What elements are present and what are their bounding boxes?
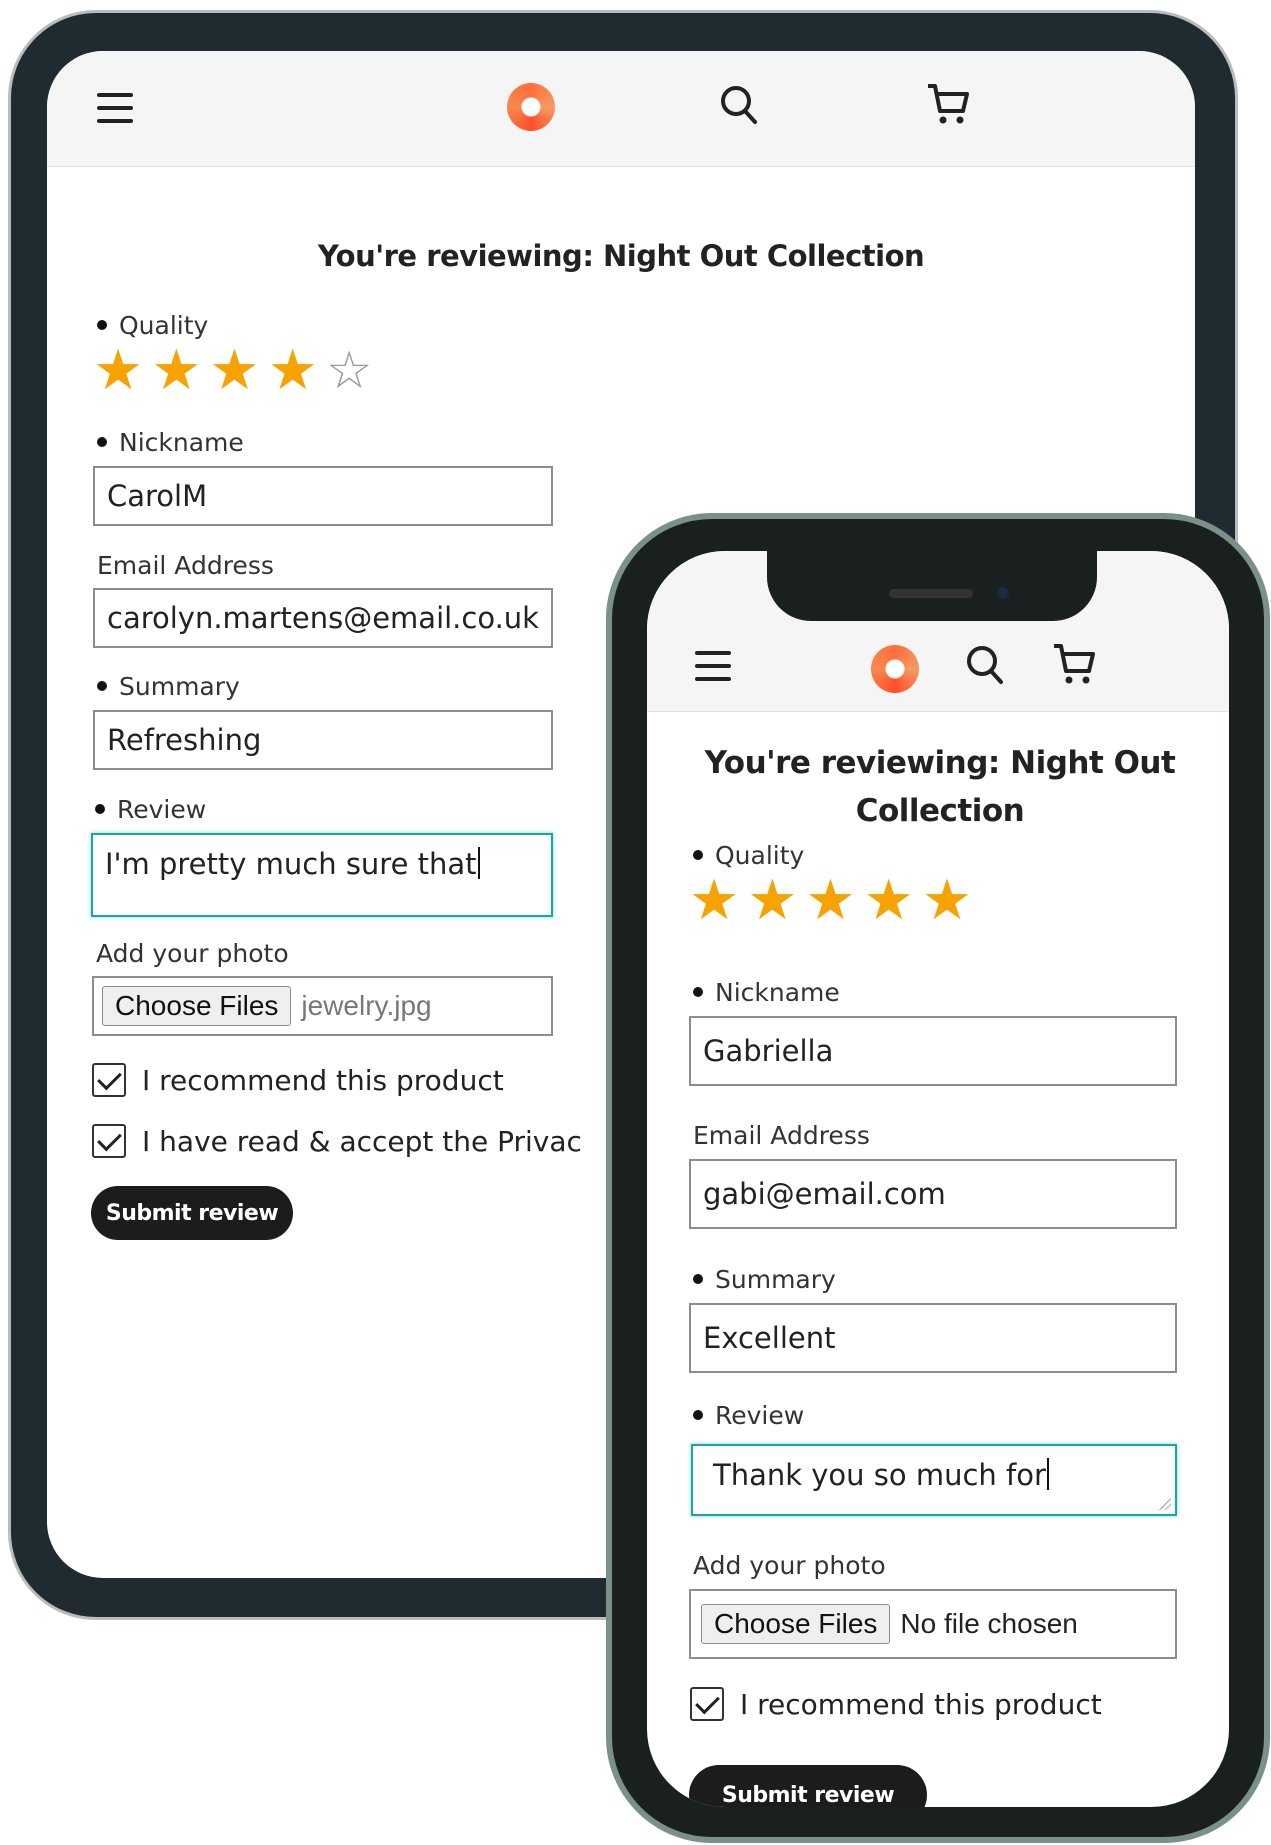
star-icon[interactable]: ★ [864,873,914,929]
email-value: gabi@email.com [703,1177,946,1211]
file-input[interactable]: Choose Files No file chosen [689,1589,1177,1659]
nickname-label: Nickname [693,978,840,1007]
search-icon[interactable] [719,84,759,126]
star-icon[interactable]: ★ [151,343,201,399]
submit-review-button[interactable]: Submit review [689,1765,927,1807]
search-icon[interactable] [965,644,1005,686]
recommend-label: I recommend this product [740,1687,1102,1721]
privacy-checkbox[interactable]: I have read & accept the Privac [92,1124,582,1158]
email-value: carolyn.martens@email.co.uk [107,601,539,635]
rating-stars[interactable]: ★ ★ ★ ★ ☆ [93,343,373,400]
choose-files-button[interactable]: Choose Files [701,1604,891,1644]
email-label: Email Address [693,1121,870,1150]
choose-files-button[interactable]: Choose Files [102,986,292,1026]
summary-field[interactable]: Excellent [689,1303,1177,1373]
star-icon[interactable]: ★ [689,873,739,929]
review-label: Review [95,795,206,824]
page-title: You're reviewing: Night Out Collection [704,745,1176,829]
quality-label: Quality [97,311,208,340]
summary-value: Excellent [703,1321,836,1355]
review-textarea[interactable]: I'm pretty much sure that [91,833,553,917]
file-input[interactable]: Choose Files jewelry.jpg [92,976,553,1036]
email-field[interactable]: carolyn.martens@email.co.uk [93,588,553,648]
checkbox-checked-icon[interactable] [92,1063,126,1097]
brand-logo[interactable] [871,645,919,693]
star-icon[interactable]: ★ [922,873,972,929]
nickname-value: Gabriella [703,1034,834,1068]
star-empty-icon[interactable]: ☆ [326,343,373,399]
resize-handle-icon[interactable] [1159,1498,1171,1510]
checkbox-checked-icon[interactable] [690,1687,724,1721]
email-label: Email Address [97,551,274,580]
nickname-field[interactable]: CarolM [93,466,553,526]
checkbox-checked-icon[interactable] [92,1124,126,1158]
cart-icon[interactable] [1051,641,1097,687]
file-name: No file chosen [900,1608,1078,1639]
star-icon[interactable]: ★ [209,343,259,399]
summary-value: Refreshing [107,723,262,757]
nickname-value: CarolM [107,479,208,513]
star-icon[interactable]: ★ [93,343,143,399]
phone-screen: You're reviewing: Night Out Collection Q… [647,551,1229,1807]
quality-label: Quality [693,841,804,870]
site-header [47,51,1195,167]
hamburger-icon[interactable] [97,93,133,132]
nickname-field[interactable]: Gabriella [689,1016,1177,1086]
nickname-label: Nickname [97,428,244,457]
file-name: jewelry.jpg [301,990,432,1021]
brand-logo[interactable] [507,83,555,131]
submit-review-button[interactable]: Submit review [91,1186,293,1240]
hamburger-icon[interactable] [695,651,731,690]
photo-label: Add your photo [96,939,289,968]
phone-notch [767,551,1097,621]
page-title: You're reviewing: Night Out Collection [317,239,925,273]
privacy-label: I have read & accept the Privac [142,1124,582,1158]
recommend-checkbox[interactable]: I recommend this product [690,1687,1102,1721]
summary-label: Summary [693,1265,836,1294]
review-value: I'm pretty much sure that [105,847,477,881]
summary-label: Summary [97,672,240,701]
review-value: Thank you so much for [713,1458,1046,1492]
star-icon[interactable]: ★ [268,343,318,399]
star-icon[interactable]: ★ [747,873,797,929]
star-icon[interactable]: ★ [805,873,855,929]
rating-stars[interactable]: ★ ★ ★ ★ ★ [689,873,972,929]
cart-icon[interactable] [925,81,971,127]
recommend-checkbox[interactable]: I recommend this product [92,1063,504,1097]
recommend-label: I recommend this product [142,1063,504,1097]
review-label: Review [693,1401,804,1430]
summary-field[interactable]: Refreshing [93,710,553,770]
email-field[interactable]: gabi@email.com [689,1159,1177,1229]
phone-device: You're reviewing: Night Out Collection Q… [606,513,1270,1843]
review-textarea[interactable]: Thank you so much for [691,1444,1177,1516]
photo-label: Add your photo [693,1551,886,1580]
